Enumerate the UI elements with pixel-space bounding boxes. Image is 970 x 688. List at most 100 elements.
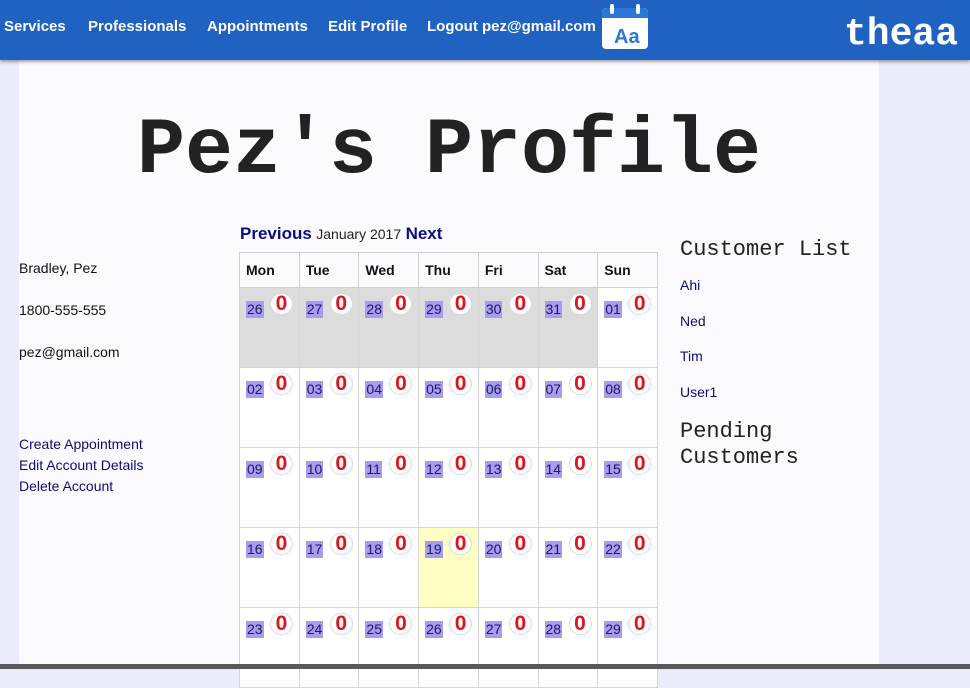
day-number[interactable]: 08 xyxy=(604,381,622,398)
calendar-next-link[interactable]: Next xyxy=(406,224,443,243)
calendar-day-cell[interactable]: 02 0 xyxy=(239,367,300,448)
customer-link-ned[interactable]: Ned xyxy=(680,313,706,329)
appointment-count-badge[interactable]: 0 xyxy=(508,293,532,315)
appointment-count-badge[interactable]: 0 xyxy=(568,453,592,475)
appointment-count-badge[interactable]: 0 xyxy=(508,453,532,475)
nav-appointments-link[interactable]: Appointments xyxy=(207,18,308,35)
day-number[interactable]: 30 xyxy=(484,301,503,318)
calendar-day-cell[interactable]: 28 0 xyxy=(358,287,420,368)
day-number[interactable]: 18 xyxy=(365,541,383,558)
nav-logout-link[interactable]: Logout pez@gmail.com xyxy=(427,18,596,35)
appointment-count-badge[interactable]: 0 xyxy=(389,453,413,475)
appointment-count-badge[interactable]: 0 xyxy=(329,373,353,395)
day-number[interactable]: 26 xyxy=(425,621,443,638)
customer-link-ahi[interactable]: Ahi xyxy=(680,277,700,293)
brand-text[interactable]: theaa xyxy=(844,16,958,54)
calendar-day-cell[interactable]: 01 0 xyxy=(597,287,658,368)
create-appointment-link[interactable]: Create Appointment xyxy=(19,436,143,452)
calendar-day-cell[interactable]: 22 0 xyxy=(597,527,658,608)
appointment-count-badge[interactable]: 0 xyxy=(449,373,473,395)
appointment-count-badge[interactable]: 0 xyxy=(568,373,592,395)
appointment-count-badge[interactable]: 0 xyxy=(329,613,353,635)
day-number[interactable]: 20 xyxy=(484,541,503,558)
day-number[interactable]: 15 xyxy=(604,461,622,478)
calendar-day-cell[interactable]: 24 0 xyxy=(298,607,360,688)
day-number[interactable]: 29 xyxy=(604,621,622,638)
calendar-day-cell[interactable]: 20 0 xyxy=(477,527,539,608)
day-number[interactable]: 29 xyxy=(425,301,443,318)
calendar-day-cell[interactable]: 17 0 xyxy=(298,527,360,608)
appointment-count-badge[interactable]: 0 xyxy=(508,533,532,555)
appointment-count-badge[interactable]: 0 xyxy=(449,453,473,475)
day-number[interactable]: 23 xyxy=(246,621,264,638)
calendar-day-cell[interactable]: 10 0 xyxy=(298,447,360,528)
appointment-count-badge[interactable]: 0 xyxy=(449,293,473,315)
calendar-day-cell[interactable]: 08 0 xyxy=(597,367,658,448)
calendar-day-cell[interactable]: 29 0 xyxy=(597,607,658,688)
calendar-day-cell[interactable]: 25 0 xyxy=(358,607,420,688)
appointment-count-badge[interactable]: 0 xyxy=(389,533,413,555)
calendar-day-cell[interactable]: 28 0 xyxy=(537,607,599,688)
day-number[interactable]: 19 xyxy=(425,541,443,558)
calendar-day-cell[interactable]: 15 0 xyxy=(597,447,658,528)
calendar-day-cell[interactable]: 14 0 xyxy=(537,447,599,528)
appointment-count-badge[interactable]: 0 xyxy=(628,293,652,315)
nav-professionals-link[interactable]: Professionals xyxy=(88,18,186,35)
appointment-count-badge[interactable]: 0 xyxy=(628,613,652,635)
day-number[interactable]: 06 xyxy=(484,381,503,398)
calendar-icon[interactable]: Aa xyxy=(601,4,649,50)
calendar-day-cell[interactable]: 12 0 xyxy=(418,447,479,528)
appointment-count-badge[interactable]: 0 xyxy=(628,373,652,395)
calendar-day-cell[interactable]: 05 0 xyxy=(418,367,479,448)
appointment-count-badge[interactable]: 0 xyxy=(628,533,652,555)
calendar-day-cell[interactable]: 27 0 xyxy=(298,287,360,368)
appointment-count-badge[interactable]: 0 xyxy=(628,453,652,475)
calendar-day-cell[interactable]: 16 0 xyxy=(239,527,300,608)
day-number[interactable]: 27 xyxy=(484,621,503,638)
day-number[interactable]: 26 xyxy=(246,301,264,318)
calendar-day-cell[interactable]: 29 0 xyxy=(418,287,479,368)
day-number[interactable]: 28 xyxy=(544,621,563,638)
day-number[interactable]: 03 xyxy=(305,381,324,398)
appointment-count-badge[interactable]: 0 xyxy=(270,613,293,635)
day-number[interactable]: 27 xyxy=(305,301,324,318)
customer-link-user1[interactable]: User1 xyxy=(680,384,717,400)
appointment-count-badge[interactable]: 0 xyxy=(270,533,293,555)
day-number[interactable]: 10 xyxy=(305,461,324,478)
calendar-day-cell[interactable]: 26 0 xyxy=(239,287,300,368)
day-number[interactable]: 16 xyxy=(246,541,264,558)
appointment-count-badge[interactable]: 0 xyxy=(449,533,473,555)
nav-edit-profile-link[interactable]: Edit Profile xyxy=(328,18,407,35)
appointment-count-badge[interactable]: 0 xyxy=(270,453,293,475)
nav-services-link[interactable]: Services xyxy=(4,18,66,35)
calendar-day-cell[interactable]: 03 0 xyxy=(298,367,360,448)
edit-account-details-link[interactable]: Edit Account Details xyxy=(19,457,144,473)
day-number[interactable]: 07 xyxy=(544,381,563,398)
calendar-day-cell[interactable]: 31 0 xyxy=(537,287,599,368)
appointment-count-badge[interactable]: 0 xyxy=(329,533,353,555)
appointment-count-badge[interactable]: 0 xyxy=(389,613,413,635)
day-number[interactable]: 28 xyxy=(365,301,383,318)
day-number[interactable]: 11 xyxy=(365,461,382,478)
delete-account-link[interactable]: Delete Account xyxy=(19,478,113,494)
appointment-count-badge[interactable]: 0 xyxy=(329,293,353,315)
appointment-count-badge[interactable]: 0 xyxy=(568,293,592,315)
appointment-count-badge[interactable]: 0 xyxy=(389,293,413,315)
calendar-day-cell[interactable]: 21 0 xyxy=(537,527,599,608)
calendar-day-cell[interactable]: 30 0 xyxy=(477,287,539,368)
day-number[interactable]: 02 xyxy=(246,381,264,398)
day-number[interactable]: 25 xyxy=(365,621,383,638)
day-number[interactable]: 24 xyxy=(305,621,324,638)
calendar-day-cell[interactable]: 23 0 xyxy=(239,607,300,688)
calendar-day-cell[interactable]: 18 0 xyxy=(358,527,420,608)
day-number[interactable]: 17 xyxy=(305,541,324,558)
appointment-count-badge[interactable]: 0 xyxy=(449,613,473,635)
day-number[interactable]: 21 xyxy=(544,541,563,558)
appointment-count-badge[interactable]: 0 xyxy=(270,293,293,315)
day-number[interactable]: 14 xyxy=(544,461,563,478)
day-number[interactable]: 12 xyxy=(425,461,443,478)
day-number[interactable]: 01 xyxy=(604,301,622,318)
day-number[interactable]: 13 xyxy=(484,461,503,478)
appointment-count-badge[interactable]: 0 xyxy=(389,373,413,395)
calendar-day-cell[interactable]: 06 0 xyxy=(477,367,539,448)
